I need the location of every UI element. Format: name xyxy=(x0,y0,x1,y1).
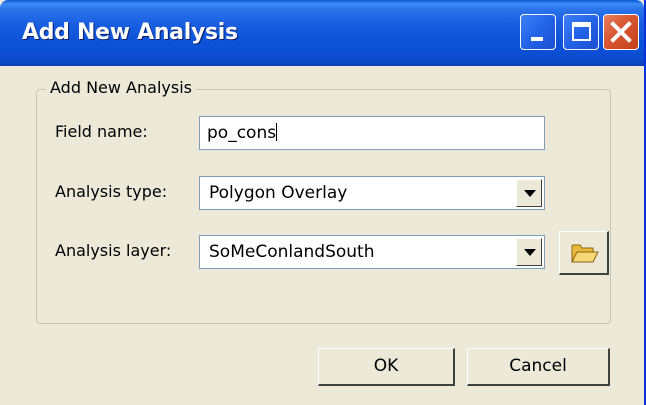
close-icon xyxy=(610,21,632,43)
title-bar[interactable]: Add New Analysis xyxy=(0,0,644,66)
minimize-icon xyxy=(531,37,543,41)
close-button[interactable] xyxy=(603,14,639,50)
ok-button[interactable]: OK xyxy=(318,348,455,386)
minimize-button[interactable] xyxy=(520,14,556,50)
analysis-layer-select[interactable]: SoMeConlandSouth xyxy=(199,235,545,269)
dialog-window: Add New Analysis Add New Analysis Field … xyxy=(0,0,646,405)
analysis-layer-value: SoMeConlandSouth xyxy=(209,242,375,262)
maximize-icon xyxy=(572,22,591,41)
analysis-type-label: Analysis type: xyxy=(55,182,168,201)
field-name-value: po_cons xyxy=(207,123,277,143)
text-caret xyxy=(276,123,278,141)
browse-layer-button[interactable] xyxy=(559,231,609,275)
field-name-input[interactable]: po_cons xyxy=(199,116,545,150)
dialog-body: Add New Analysis Field name: po_cons Ana… xyxy=(0,66,644,405)
analysis-type-value: Polygon Overlay xyxy=(209,183,348,203)
chevron-down-icon[interactable] xyxy=(516,238,542,266)
analysis-type-select[interactable]: Polygon Overlay xyxy=(199,176,545,210)
analysis-layer-label: Analysis layer: xyxy=(55,241,172,260)
field-name-label: Field name: xyxy=(55,122,148,141)
maximize-button[interactable] xyxy=(563,14,599,50)
window-title: Add New Analysis xyxy=(22,20,238,45)
groupbox-legend: Add New Analysis xyxy=(46,78,196,97)
chevron-down-icon[interactable] xyxy=(516,179,542,207)
cancel-button[interactable]: Cancel xyxy=(467,348,610,386)
folder-open-icon xyxy=(571,244,599,263)
